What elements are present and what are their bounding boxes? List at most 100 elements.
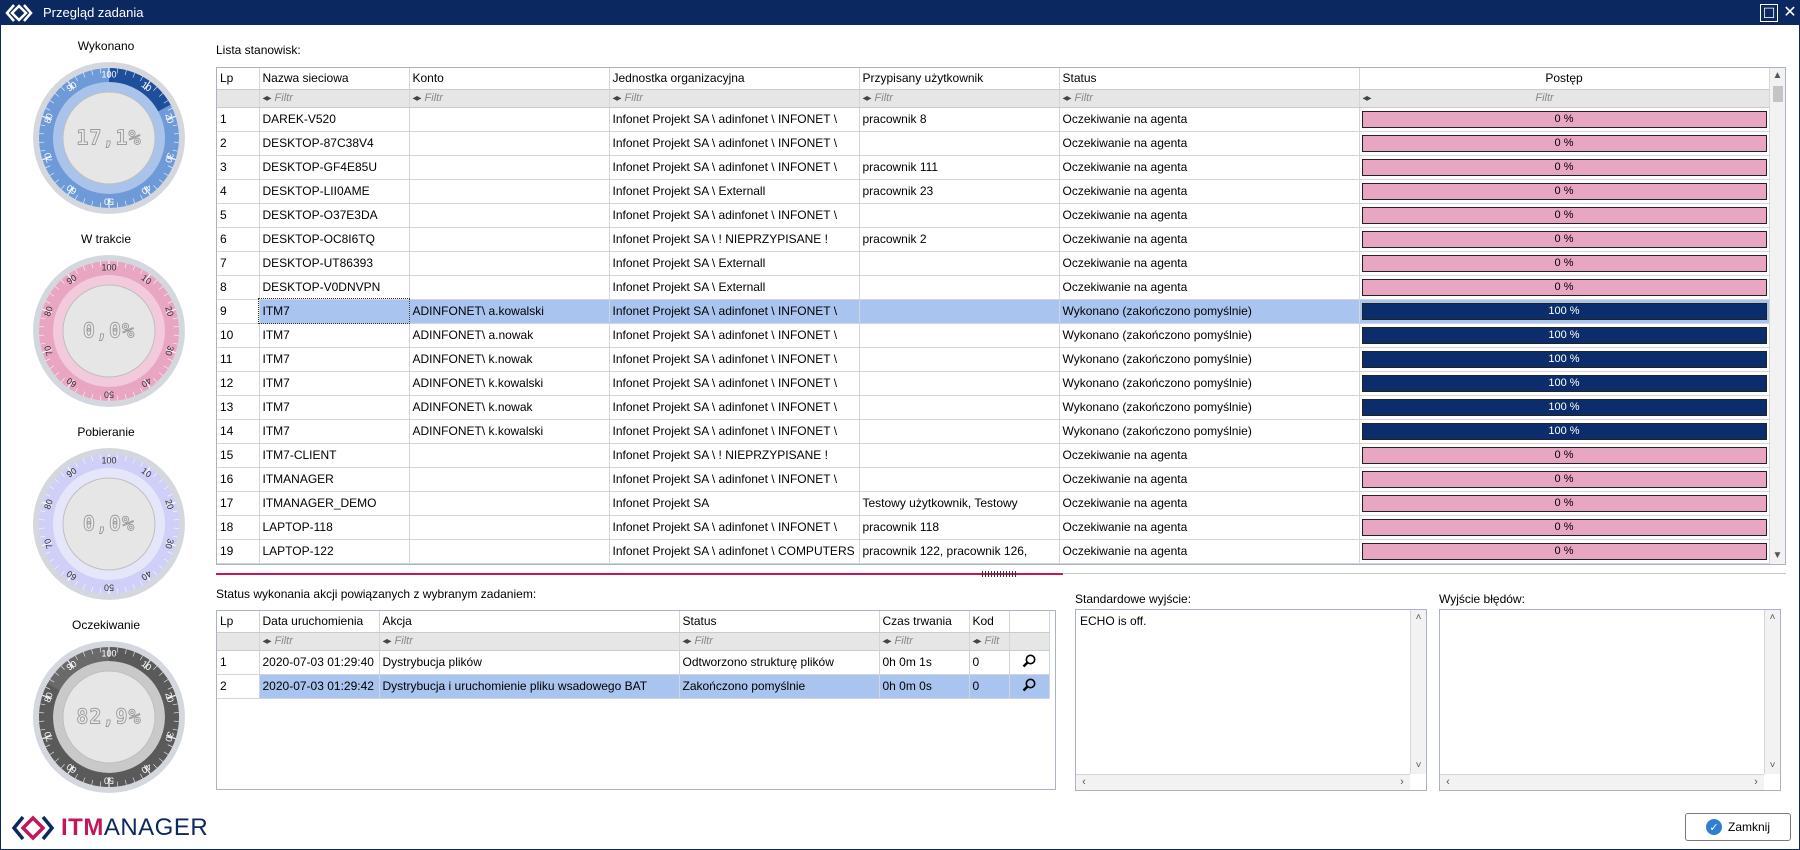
table-row[interactable]: 13 ITM7 ADINFONET\ k.nowak Infonet Projekt … xyxy=(217,395,1770,420)
scroll-up-icon[interactable]: ˄ xyxy=(1411,610,1426,626)
column-header-network-name[interactable]: Nazwa sieciowa xyxy=(259,68,410,90)
magnifier-icon[interactable] xyxy=(1022,654,1036,668)
stdout-horizontal-scrollbar[interactable]: ‹ › xyxy=(1076,774,1410,790)
cell-start-date: 2020-07-03 01:29:42 xyxy=(259,674,380,699)
cell-progress: 100 % xyxy=(1359,371,1770,396)
cell-lp: 6 xyxy=(217,227,260,252)
scroll-left-icon[interactable]: ‹ xyxy=(1076,775,1092,790)
cell-status: Oczekiwanie na agenta xyxy=(1059,107,1360,132)
cell-org-unit: Infonet Projekt SA \ adinfonet \ INFONET… xyxy=(609,299,860,324)
table-row[interactable]: 3 DESKTOP-GF4E85U Infonet Projekt SA \ adi… xyxy=(217,155,1770,180)
scroll-thumb[interactable] xyxy=(1773,86,1783,102)
table-row[interactable]: 10 ITM7 ADINFONET\ a.nowak Infonet Projekt … xyxy=(217,323,1770,348)
scroll-down-icon[interactable]: ▼ xyxy=(1770,548,1785,564)
cell-assigned-user xyxy=(859,131,1060,156)
splitter-grip[interactable] xyxy=(982,571,1018,577)
scroll-right-icon[interactable]: › xyxy=(1394,775,1410,790)
stderr-textbox[interactable]: ˄ ˅ ‹ › xyxy=(1439,609,1781,791)
close-window-button[interactable]: ✕ xyxy=(1781,4,1799,22)
gauge-label-done: Wykonano xyxy=(77,39,135,53)
close-button[interactable]: ✓ Zamknij xyxy=(1685,813,1791,841)
column-header-org-unit[interactable]: Jednostka organizacyjna xyxy=(609,68,860,90)
close-button-label: Zamknij xyxy=(1727,820,1770,834)
filter-action[interactable]: ◂▸ Filtr xyxy=(379,632,680,651)
filter-account[interactable]: ◂▸ Filtr xyxy=(409,89,610,108)
cell-lp: 14 xyxy=(217,419,260,444)
table-row[interactable]: 8 DESKTOP-V0DNVPN Infonet Projekt SA \ Ext… xyxy=(217,275,1770,300)
pane-splitter[interactable] xyxy=(216,571,1786,577)
table-row[interactable]: 12 ITM7 ADINFONET\ k.kowalski Infonet Proje… xyxy=(217,371,1770,396)
scroll-up-icon[interactable]: ▲ xyxy=(1770,68,1785,84)
scroll-down-icon[interactable]: ˅ xyxy=(1411,758,1426,774)
gauge-label-in-progress: W trakcie xyxy=(80,232,131,246)
cell-lp: 5 xyxy=(217,203,260,228)
filter-placeholder: Filtr xyxy=(274,92,293,104)
cell-progress: 0 % xyxy=(1359,443,1770,468)
gauge-value: 82,9% xyxy=(76,705,141,729)
stdout-vertical-scrollbar[interactable]: ˄ ˅ xyxy=(1410,610,1426,774)
filter-placeholder: Filtr xyxy=(394,635,413,647)
table-row[interactable]: 11 ITM7 ADINFONET\ k.nowak Infonet Projekt … xyxy=(217,347,1770,372)
cell-details[interactable] xyxy=(1009,674,1050,699)
magnifier-icon[interactable] xyxy=(1022,678,1036,692)
filter-org-unit[interactable]: ◂▸ Filtr xyxy=(609,89,860,108)
cell-org-unit: Infonet Projekt SA \ adinfonet \ INFONET… xyxy=(609,395,860,420)
table-row[interactable]: 9 ITM7 ADINFONET\ a.kowalski Infonet Projek… xyxy=(217,298,1770,324)
table-row[interactable]: 17 ITMANAGER_DEMO Infonet Projekt SA Testow… xyxy=(217,491,1770,516)
filter-icon: ◂▸ xyxy=(862,93,872,104)
scroll-up-icon[interactable]: ˄ xyxy=(1765,610,1780,626)
cell-status: Oczekiwanie na agenta xyxy=(1059,275,1360,300)
stdout-textbox[interactable]: ECHO is off. ˄ ˅ ‹ › xyxy=(1075,609,1427,791)
column-header-start-date[interactable]: Data uruchomienia xyxy=(259,611,380,633)
cell-account xyxy=(409,539,610,564)
filter-code[interactable]: ◂▸ Filt xyxy=(969,632,1010,651)
table-row[interactable]: 18 LAPTOP-118 Infonet Projekt SA \ adinfon… xyxy=(217,515,1770,540)
column-header-lp[interactable]: Lp xyxy=(217,68,260,90)
stderr-vertical-scrollbar[interactable]: ˄ ˅ xyxy=(1764,610,1780,774)
filter-start-date[interactable]: ◂▸ Filtr xyxy=(259,632,380,651)
table-row[interactable]: 15 ITM7-CLIENT Infonet Projekt SA \ ! NIEP… xyxy=(217,443,1770,468)
table-row[interactable]: 1 2020-07-03 01:29:40 Dystrybucja plików Od… xyxy=(217,650,1050,675)
filter-progress[interactable]: ◂▸ Filtr xyxy=(1359,89,1770,108)
column-header-assigned-user[interactable]: Przypisany użytkownik xyxy=(859,68,1060,90)
column-header-account[interactable]: Konto xyxy=(409,68,610,90)
cell-lp: 2 xyxy=(217,131,260,156)
cell-status: Wykonano (zakończono pomyślnie) xyxy=(1059,419,1360,444)
filter-network-name[interactable]: ◂▸ Filtr xyxy=(259,89,410,108)
table-row[interactable]: 19 LAPTOP-122 Infonet Projekt SA \ adinfon… xyxy=(217,539,1770,564)
table-row[interactable]: 16 ITMANAGER Infonet Projekt SA \ adinfone… xyxy=(217,467,1770,492)
stderr-horizontal-scrollbar[interactable]: ‹ › xyxy=(1440,774,1764,790)
scroll-down-icon[interactable]: ˅ xyxy=(1765,758,1780,774)
column-header-status[interactable]: Status xyxy=(1059,68,1360,90)
table-row[interactable]: 4 DESKTOP-LII0AME Infonet Projekt SA \ Ext… xyxy=(217,179,1770,204)
cell-lp: 4 xyxy=(217,179,260,204)
column-header-lp[interactable]: Lp xyxy=(217,611,260,633)
table-row[interactable]: 2 DESKTOP-87C38V4 Infonet Projekt SA \ adi… xyxy=(217,131,1770,156)
table-row[interactable]: 6 DESKTOP-OC8I6TQ Infonet Projekt SA \ ! N… xyxy=(217,227,1770,252)
stations-vertical-scrollbar[interactable]: ▲ ▼ xyxy=(1769,68,1785,564)
scroll-right-icon[interactable]: › xyxy=(1748,775,1764,790)
table-row[interactable]: 7 DESKTOP-UT86393 Infonet Projekt SA \ Ext… xyxy=(217,251,1770,276)
table-row[interactable]: 5 DESKTOP-O37E3DA Infonet Projekt SA \ adi… xyxy=(217,203,1770,228)
column-header-action-status[interactable]: Status xyxy=(679,611,880,633)
filter-duration[interactable]: ◂▸ Filtr xyxy=(879,632,970,651)
cell-account: ADINFONET\ a.kowalski xyxy=(409,299,610,324)
cell-assigned-user xyxy=(859,419,1060,444)
cell-account: ADINFONET\ k.kowalski xyxy=(409,371,610,396)
scroll-left-icon[interactable]: ‹ xyxy=(1440,775,1456,790)
filter-assigned-user[interactable]: ◂▸ Filtr xyxy=(859,89,1060,108)
cell-action: Dystrybucja plików xyxy=(379,650,680,675)
filter-action-status[interactable]: ◂▸ Filtr xyxy=(679,632,880,651)
column-header-code[interactable]: Kod xyxy=(969,611,1010,633)
filter-status[interactable]: ◂▸ Filtr xyxy=(1059,89,1360,108)
column-header-duration[interactable]: Czas trwania xyxy=(879,611,970,633)
table-row[interactable]: 14 ITM7 ADINFONET\ k.kowalski Infonet Proje… xyxy=(217,419,1770,444)
maximize-button[interactable]: ☐ xyxy=(1760,4,1778,22)
table-row[interactable]: 1 DAREK-V520 Infonet Projekt SA \ adinfone… xyxy=(217,107,1770,132)
column-header-progress[interactable]: Postęp xyxy=(1359,68,1770,90)
cell-network-name: DESKTOP-OC8I6TQ xyxy=(259,227,410,252)
column-header-action[interactable]: Akcja xyxy=(379,611,680,633)
cell-assigned-user xyxy=(859,203,1060,228)
cell-details[interactable] xyxy=(1009,650,1050,675)
table-row[interactable]: 2 2020-07-03 01:29:42 Dystrybucja i urucho… xyxy=(217,674,1050,699)
